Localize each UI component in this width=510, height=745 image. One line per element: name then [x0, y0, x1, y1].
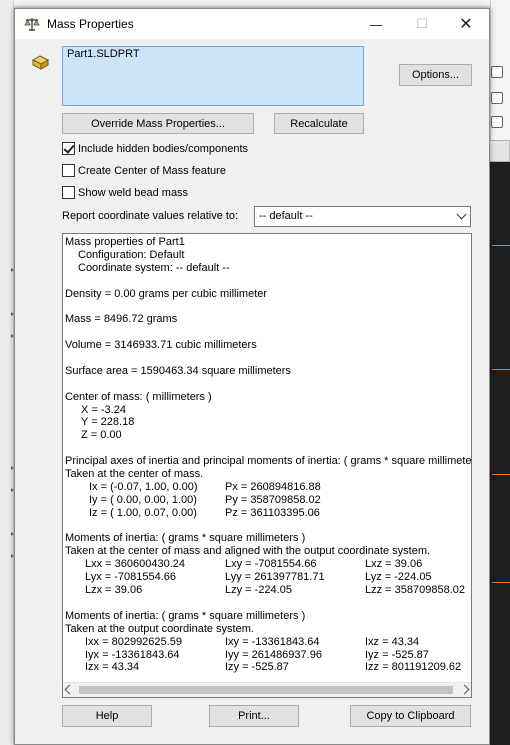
- lyx-value: Lyx = -7081554.66: [85, 571, 177, 584]
- lyy-value: Lyy = 261397781.71: [225, 571, 325, 584]
- moments-output-taken: Taken at the output coordinate system.: [65, 622, 254, 635]
- principal-py: Py = 358709858.02: [225, 493, 321, 506]
- principal-row: Iy = ( 0.00, 0.00, 1.00) Py = 358709858.…: [65, 494, 471, 507]
- iyz-value: Iyz = -525.87: [365, 648, 429, 661]
- moments-output-row: Ixx = 802992625.59 Ixy = -13361843.64 Ix…: [65, 636, 471, 649]
- principal-iy: Iy = ( 0.00, 0.00, 1.00): [89, 493, 197, 506]
- moments-com-taken: Taken at the center of mass and aligned …: [65, 545, 431, 558]
- viewport-line: [492, 474, 510, 475]
- principal-ix: Ix = (-0.07, 1.00, 0.00): [89, 480, 198, 493]
- iyy-value: Iyy = 261486937.96: [225, 648, 322, 661]
- scroll-left-icon[interactable]: [64, 684, 75, 695]
- include-hidden-checkbox[interactable]: [62, 142, 75, 155]
- izz-value: Izz = 801191209.62: [365, 661, 462, 674]
- results-text-area[interactable]: Mass properties of Part1 Configuration: …: [62, 233, 472, 698]
- print-button[interactable]: Print...: [209, 705, 299, 727]
- izy-value: Izy = -525.87: [225, 661, 289, 674]
- coordinate-system-select[interactable]: -- default --: [254, 206, 471, 227]
- principal-taken-line: Taken at the center of mass.: [65, 468, 204, 481]
- viewport-line: [492, 582, 510, 583]
- ixy-value: Ixy = -13361843.64: [225, 635, 320, 648]
- lzy-value: Lzy = -224.05: [225, 584, 292, 597]
- show-weld-label: Show weld bead mass: [78, 186, 189, 199]
- help-button[interactable]: Help: [62, 705, 152, 727]
- create-com-label: Create Center of Mass feature: [78, 164, 226, 177]
- background-toolbar: [0, 0, 510, 6]
- scroll-right-icon[interactable]: [459, 684, 470, 695]
- results-header: Mass properties of Part1: [65, 236, 185, 248]
- moments-com-header: Moments of inertia: ( grams * square mil…: [65, 532, 306, 545]
- density-line: Density = 0.00 grams per cubic millimete…: [65, 287, 268, 300]
- moments-output-header: Moments of inertia: ( grams * square mil…: [65, 609, 306, 622]
- close-button[interactable]: ✕: [443, 9, 489, 39]
- principal-row: Iz = ( 1.00, 0.07, 0.00) Pz = 361103395.…: [65, 507, 471, 520]
- create-com-option[interactable]: Create Center of Mass feature: [62, 164, 226, 177]
- maximize-button[interactable]: ☐: [399, 9, 445, 39]
- chevron-down-icon: [456, 209, 467, 220]
- coordinate-system-value: -- default --: [259, 210, 313, 222]
- recalculate-button[interactable]: Recalculate: [274, 113, 364, 134]
- viewport-line: [492, 245, 510, 246]
- command-icon: [491, 92, 503, 104]
- center-of-mass-header: Center of mass: ( millimeters ): [65, 390, 212, 403]
- izx-value: Izx = 43.34: [85, 661, 140, 674]
- scale-icon: [24, 18, 40, 31]
- override-mass-properties-button[interactable]: Override Mass Properties...: [62, 113, 254, 134]
- lzx-value: Lzx = 39.06: [85, 584, 143, 597]
- window-title: Mass Properties: [47, 17, 134, 31]
- copy-to-clipboard-button[interactable]: Copy to Clipboard: [350, 705, 471, 727]
- options-button[interactable]: Options...: [399, 64, 472, 86]
- viewport-line: [492, 369, 510, 370]
- command-icon: [491, 66, 503, 78]
- include-hidden-label: Include hidden bodies/components: [78, 142, 249, 155]
- principal-iz: Iz = ( 1.00, 0.07, 0.00): [89, 506, 197, 519]
- scrollbar-thumb[interactable]: [79, 686, 453, 694]
- show-weld-checkbox[interactable]: [62, 186, 75, 199]
- show-weld-option[interactable]: Show weld bead mass: [62, 186, 188, 199]
- horizontal-scrollbar[interactable]: [63, 682, 471, 697]
- mass-properties-dialog: Mass Properties — ☐ ✕ Part1.SLDPRT Optio…: [14, 8, 490, 745]
- lxz-value: Lxz = 39.06: [365, 558, 423, 571]
- part-icon: [31, 55, 50, 70]
- moments-output-row: Izx = 43.34 Izy = -525.87 Izz = 80119120…: [65, 661, 471, 674]
- include-hidden-option[interactable]: Include hidden bodies/components: [62, 142, 248, 155]
- moments-com-row: Lyx = -7081554.66 Lyy = 261397781.71 Lyz…: [65, 571, 471, 584]
- create-com-checkbox[interactable]: [62, 164, 75, 177]
- report-coordinate-label: Report coordinate values relative to:: [62, 210, 239, 222]
- lzz-value: Lzz = 358709858.02: [365, 584, 466, 597]
- principal-axes-header: Principal axes of inertia and principal …: [65, 455, 471, 468]
- volume-line: Volume = 3146933.71 cubic millimeters: [65, 339, 257, 352]
- com-z: Z = 0.00: [81, 429, 122, 442]
- principal-row: Ix = (-0.07, 1.00, 0.00) Px = 260894816.…: [65, 481, 471, 494]
- ixz-value: Ixz = 43.34: [365, 635, 420, 648]
- surface-area-line: Surface area = 1590463.34 square millime…: [65, 364, 291, 377]
- command-icon: [491, 116, 503, 128]
- com-y: Y = 228.18: [81, 416, 135, 429]
- lxy-value: Lxy = -7081554.66: [225, 558, 317, 571]
- selected-items-list[interactable]: Part1.SLDPRT: [62, 46, 364, 106]
- moments-com-row: Lxx = 360600430.24 Lxy = -7081554.66 Lxz…: [65, 558, 471, 571]
- com-x: X = -3.24: [81, 403, 126, 416]
- iyx-value: Iyx = -13361843.64: [85, 648, 180, 661]
- coord-system-line: Coordinate system: -- default --: [78, 261, 230, 274]
- ixx-value: Ixx = 802992625.59: [85, 635, 182, 648]
- title-bar[interactable]: Mass Properties — ☐ ✕: [15, 9, 489, 39]
- mass-line: Mass = 8496.72 grams: [65, 313, 178, 326]
- configuration-line: Configuration: Default: [78, 248, 185, 261]
- moments-com-row: Lzx = 39.06 Lzy = -224.05 Lzz = 35870985…: [65, 584, 471, 597]
- minimize-button[interactable]: —: [353, 9, 399, 39]
- selected-item[interactable]: Part1.SLDPRT: [67, 48, 359, 60]
- lxx-value: Lxx = 360600430.24: [85, 558, 186, 571]
- moments-output-row: Iyx = -13361843.64 Iyy = 261486937.96 Iy…: [65, 649, 471, 662]
- lyz-value: Lyz = -224.05: [365, 571, 432, 584]
- principal-pz: Pz = 361103395.06: [225, 506, 320, 519]
- principal-px: Px = 260894816.88: [225, 480, 321, 493]
- background-left-panel: [0, 0, 14, 745]
